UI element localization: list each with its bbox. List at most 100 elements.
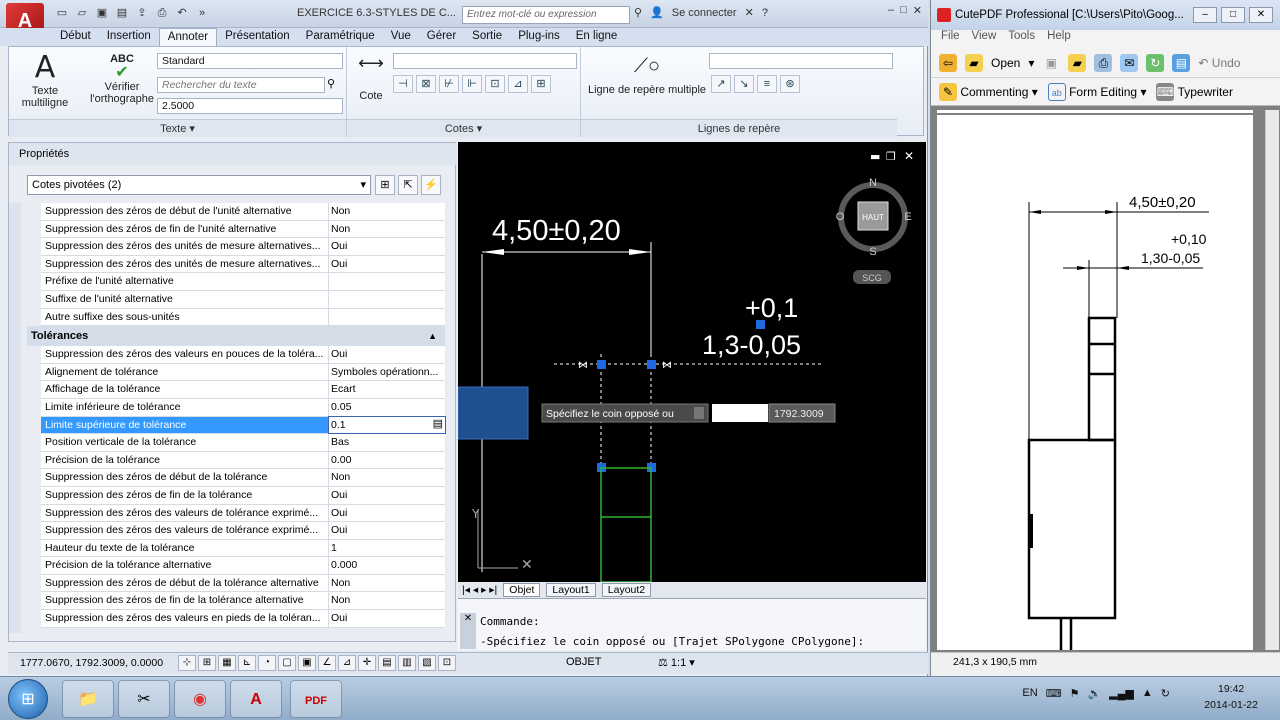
property-value[interactable]: Oui (329, 346, 445, 363)
property-row[interactable]: Suppression des zéros des valeurs de tol… (41, 522, 445, 540)
dim-continue-icon[interactable]: ⊣ (393, 75, 413, 93)
polar-icon[interactable]: ◔ (258, 655, 276, 671)
property-row[interactable]: Limite supérieure de tolérance 0.1 ▤ (41, 415, 446, 435)
property-row[interactable]: Préfixe de l'unité alternative (41, 273, 445, 291)
dimension-panel-footer[interactable]: Cotes ▾ (347, 119, 580, 137)
dyn-icon[interactable]: ✛ (358, 655, 376, 671)
grip-right[interactable] (647, 360, 656, 369)
property-row[interactable]: Hauteur du texte de la tolérance 1 (41, 539, 445, 558)
drive-icon[interactable]: ▲ (1142, 687, 1153, 700)
3dosnap-icon[interactable]: ▣ (298, 655, 316, 671)
find-text-input[interactable]: Rechercher du texte (157, 77, 325, 93)
prompt-options-icon[interactable] (694, 407, 704, 419)
save-icon[interactable]: ▣ (94, 6, 110, 20)
grid-icon[interactable]: ▦ (218, 655, 236, 671)
property-value[interactable]: Non (329, 575, 445, 592)
print-icon[interactable]: ⎙ (1094, 53, 1113, 72)
property-row[interactable]: Alignement de tolérance Symboles opératio… (41, 363, 445, 382)
taskbar-snipping[interactable]: ✂ (118, 680, 170, 718)
infer-icon[interactable]: ⊹ (178, 655, 196, 671)
viewcube-south[interactable]: S (869, 246, 876, 258)
property-row[interactable]: Autre suffixe des sous-unités (41, 308, 445, 327)
save-icon[interactable]: ▣ (1042, 54, 1060, 72)
selection-select[interactable]: Cotes pivotées (2) ▾ (27, 175, 371, 195)
property-row[interactable]: Limite inférieure de tolérance 0.05 (41, 398, 445, 417)
collapse-icon[interactable]: ▲ (428, 326, 437, 346)
taskbar-cutepdf[interactable]: PDF (290, 680, 342, 718)
text-height-select[interactable]: 2.5000 (157, 98, 343, 114)
pdf-close-button[interactable]: ✕ (1249, 7, 1273, 23)
menu-help[interactable]: Help (1047, 30, 1071, 48)
property-row[interactable]: Suppression des zéros des valeurs en pie… (41, 610, 445, 628)
keyboard-icon[interactable]: ⌨ (1046, 687, 1062, 700)
language-indicator[interactable]: EN (1022, 687, 1037, 700)
grip-text[interactable] (756, 320, 765, 329)
undo-button[interactable]: ↶ Undo (1198, 56, 1240, 70)
property-value[interactable]: Oui (329, 487, 445, 504)
publish-icon[interactable]: ⇪ (134, 6, 150, 20)
commenting-button[interactable]: ✎ Commenting ▾ (939, 82, 1038, 101)
sc-icon[interactable]: ⊡ (438, 655, 456, 671)
property-row[interactable]: Suffixe de l'unité alternative (41, 290, 445, 309)
close-button[interactable]: ✕ (913, 4, 922, 17)
qp-icon[interactable]: ▧ (418, 655, 436, 671)
property-row[interactable]: Suppression des zéros de fin de la tolér… (41, 486, 445, 505)
pickadd-icon[interactable]: ⊞ (375, 175, 395, 195)
property-value[interactable] (329, 291, 445, 308)
dim-adjust-icon[interactable]: ⊩ (462, 75, 482, 93)
tab-debut[interactable]: Début (52, 28, 99, 46)
open-dropdown-icon[interactable]: ▾ (1028, 56, 1034, 70)
dim-break-icon[interactable]: ⊬ (439, 75, 459, 93)
property-value[interactable]: Oui (329, 610, 445, 627)
property-value[interactable]: Oui (329, 522, 445, 539)
tab-insertion[interactable]: Insertion (99, 28, 159, 46)
property-value[interactable] (329, 309, 445, 326)
binoculars-icon[interactable]: ⚲ (634, 6, 642, 19)
tab-en-ligne[interactable]: En ligne (568, 28, 626, 46)
select-objects-icon[interactable]: ⇱ (398, 175, 418, 195)
dim-inspect-icon[interactable]: ⊡ (485, 75, 505, 93)
property-value[interactable]: Non (329, 221, 445, 238)
property-row[interactable]: Suppression des zéros des unités de mesu… (41, 238, 445, 256)
pdf-scrollbar[interactable] (1265, 110, 1279, 650)
property-value[interactable]: Non (329, 592, 445, 609)
pdf-minimize-button[interactable]: – (1193, 7, 1217, 23)
tab-sortie[interactable]: Sortie (464, 28, 510, 46)
viewcube-top-face[interactable]: HAUT (862, 213, 884, 222)
quick-select-icon[interactable]: ⚡ (421, 175, 441, 195)
viewport-close-icon[interactable]: ✕ (904, 149, 914, 163)
start-button[interactable]: ⊞ (8, 679, 48, 719)
plot-icon[interactable]: ⎙ (154, 6, 170, 20)
command-close-icon[interactable]: ✕ (460, 613, 476, 649)
property-value[interactable]: Symboles opérationn... (329, 364, 445, 381)
add-leader-icon[interactable]: ↗ (711, 75, 731, 93)
text-style-select[interactable]: Standard (157, 53, 343, 69)
network-icon[interactable]: ▂▄▆ (1109, 687, 1134, 700)
browse-icon[interactable]: ▰ (1068, 53, 1087, 72)
save-pdf-icon[interactable]: ▤ (1172, 53, 1191, 72)
model-space-toggle[interactable]: OBJET (566, 656, 601, 668)
dim-quick-icon[interactable]: ⊠ (416, 75, 436, 93)
property-row[interactable]: Affichage de la tolérance Ecart (41, 381, 445, 399)
section-tolerances[interactable]: Tolérances ▲ (27, 326, 445, 347)
remove-leader-icon[interactable]: ↘ (734, 75, 754, 93)
property-value[interactable]: 0.05 (329, 399, 445, 416)
tab-layout2[interactable]: Layout2 (601, 583, 652, 597)
viewcube-west[interactable]: O (836, 211, 845, 223)
taskbar-autocad[interactable]: A (230, 680, 282, 718)
form-editing-button[interactable]: ab Form Editing ▾ (1047, 82, 1146, 101)
collect-leader-icon[interactable]: ⊛ (780, 75, 800, 93)
annotation-scale[interactable]: ⚖ 1:1 ▾ (658, 656, 695, 669)
snap-icon[interactable]: ⊞ (198, 655, 216, 671)
save-as-icon[interactable]: ▤ (114, 6, 130, 20)
property-value[interactable]: Ecart (329, 381, 445, 398)
viewcube-east[interactable]: E (904, 211, 911, 223)
search-input[interactable]: Entrez mot-clé ou expression (462, 6, 630, 24)
align-leader-icon[interactable]: ≡ (757, 75, 777, 93)
property-row[interactable]: Suppression des zéros des valeurs de tol… (41, 504, 445, 523)
taskbar-explorer[interactable]: 📁 (62, 680, 114, 718)
help-icon[interactable]: ? (762, 7, 768, 19)
refresh-icon[interactable]: ↻ (1146, 53, 1165, 72)
tab-layout1[interactable]: Layout1 (546, 583, 596, 597)
properties-scrollbar[interactable] (9, 203, 21, 633)
